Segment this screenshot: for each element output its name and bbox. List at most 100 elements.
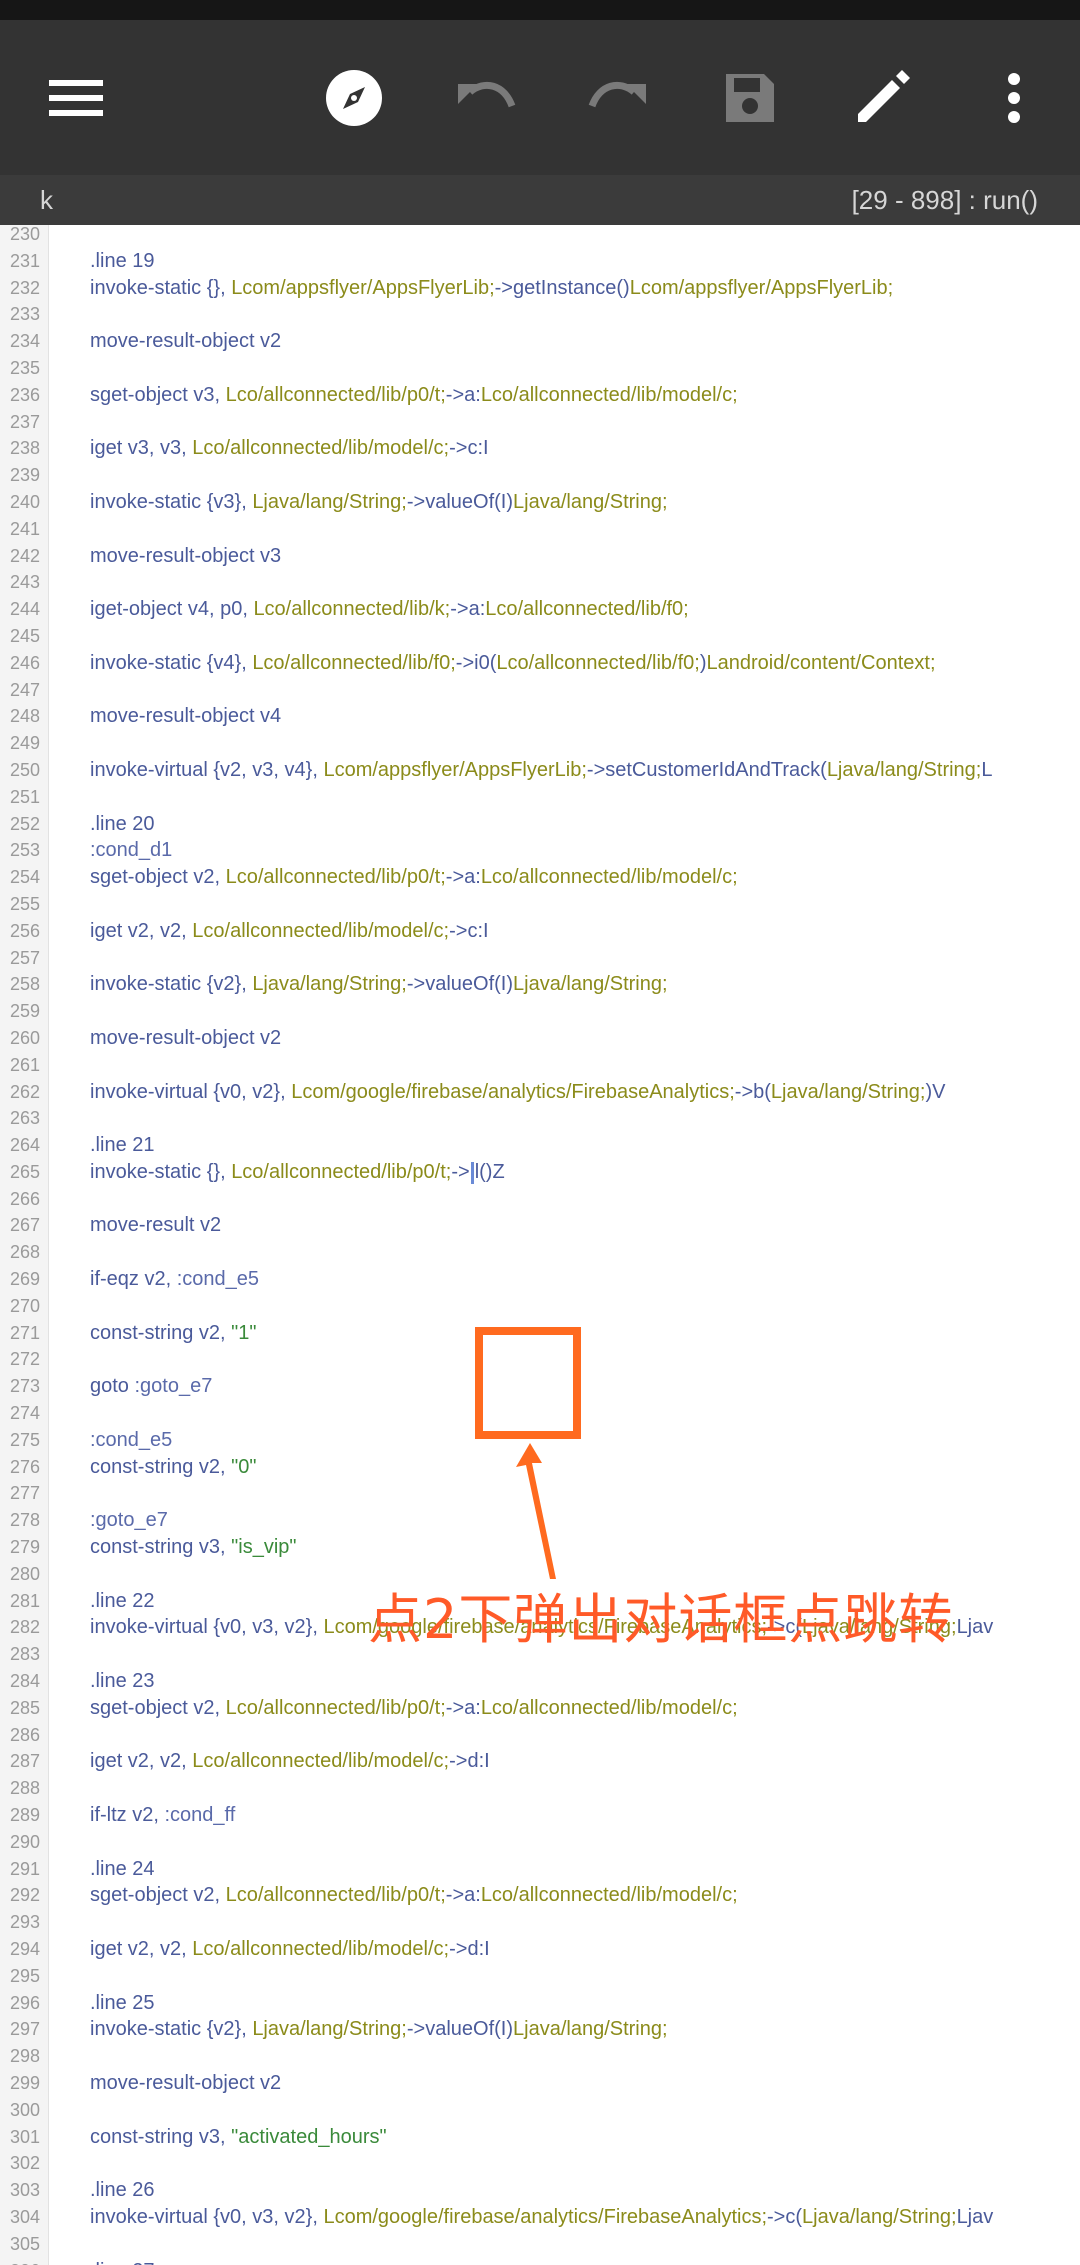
code-text[interactable]: iget v3, v3, Lco/allconnected/lib/model/… (90, 435, 489, 462)
code-line[interactable]: 241 (0, 516, 1080, 543)
code-text[interactable]: iget v2, v2, Lco/allconnected/lib/model/… (90, 1748, 490, 1775)
code-line[interactable]: 233 (0, 301, 1080, 328)
more-options-button[interactable] (974, 58, 1054, 138)
code-line[interactable]: 290 (0, 1829, 1080, 1856)
code-line[interactable]: 289 if-ltz v2, :cond_ff (0, 1802, 1080, 1829)
code-line[interactable]: 254 sget-object v2, Lco/allconnected/lib/… (0, 864, 1080, 891)
code-line[interactable]: 261 (0, 1052, 1080, 1079)
code-line[interactable]: 266 (0, 1186, 1080, 1213)
code-line[interactable]: 292 sget-object v2, Lco/allconnected/lib/… (0, 1882, 1080, 1909)
code-line[interactable]: 267 move-result v2 (0, 1212, 1080, 1239)
code-text[interactable]: iget v2, v2, Lco/allconnected/lib/model/… (90, 918, 489, 945)
save-button[interactable] (710, 58, 790, 138)
code-line[interactable]: 303 .line 26 (0, 2177, 1080, 2204)
code-lines[interactable]: 230 231 .line 19 232 invoke-static {}, Lcom/… (0, 225, 1080, 2265)
code-text[interactable]: move-result-object v2 (90, 2070, 281, 2097)
code-text[interactable]: invoke-static {v2}, Ljava/lang/String;->… (90, 2016, 668, 2043)
code-line[interactable]: 249 (0, 730, 1080, 757)
code-text[interactable]: move-result-object v3 (90, 543, 281, 570)
code-line[interactable]: 284 .line 23 (0, 1668, 1080, 1695)
code-line[interactable]: 298 (0, 2043, 1080, 2070)
code-line[interactable]: 256 iget v2, v2, Lco/allconnected/lib/mod… (0, 918, 1080, 945)
code-text[interactable]: .line 23 (90, 1668, 155, 1695)
code-text[interactable]: :goto_e7 (90, 1507, 168, 1534)
code-line[interactable]: 285 sget-object v2, Lco/allconnected/lib/… (0, 1695, 1080, 1722)
code-text[interactable]: sget-object v2, Lco/allconnected/lib/p0/… (90, 864, 738, 891)
code-line[interactable]: 287 iget v2, v2, Lco/allconnected/lib/mod… (0, 1748, 1080, 1775)
code-line[interactable]: 252 .line 20 (0, 811, 1080, 838)
code-text[interactable]: .line 25 (90, 1990, 155, 2017)
code-line[interactable]: 234 move-result-object v2 (0, 328, 1080, 355)
code-line[interactable]: 243 (0, 569, 1080, 596)
code-text[interactable]: sget-object v2, Lco/allconnected/lib/p0/… (90, 1695, 738, 1722)
code-line[interactable]: 300 (0, 2097, 1080, 2124)
code-text[interactable]: const-string v3, "activated_hours" (90, 2124, 387, 2151)
code-editor[interactable]: 230 231 .line 19 232 invoke-static {}, Lcom/… (0, 225, 1080, 2265)
code-line[interactable]: 262 invoke-virtual {v0, v2}, Lcom/google/… (0, 1079, 1080, 1106)
code-text[interactable]: invoke-virtual {v2, v3, v4}, Lcom/appsfl… (90, 757, 992, 784)
code-text[interactable]: move-result-object v2 (90, 328, 281, 355)
code-line[interactable]: 302 (0, 2150, 1080, 2177)
code-text[interactable]: .line 27 (90, 2258, 155, 2265)
code-text[interactable]: const-string v3, "is_vip" (90, 1534, 297, 1561)
code-line[interactable]: 270 (0, 1293, 1080, 1320)
code-text[interactable]: .line 20 (90, 811, 155, 838)
code-line[interactable]: 235 (0, 355, 1080, 382)
code-text[interactable]: .line 21 (90, 1132, 155, 1159)
code-text[interactable]: :cond_e5 (90, 1427, 172, 1454)
code-line[interactable]: 299 move-result-object v2 (0, 2070, 1080, 2097)
code-line[interactable]: 286 (0, 1722, 1080, 1749)
code-text[interactable]: const-string v2, "1" (90, 1320, 257, 1347)
redo-button[interactable] (578, 58, 658, 138)
menu-button[interactable] (37, 58, 117, 138)
code-line[interactable]: 263 (0, 1105, 1080, 1132)
code-text[interactable]: iget-object v4, p0, Lco/allconnected/lib… (90, 596, 689, 623)
code-line[interactable]: 253:cond_d1 (0, 837, 1080, 864)
navigate-button[interactable] (314, 58, 394, 138)
code-line[interactable]: 258 invoke-static {v2}, Ljava/lang/String… (0, 971, 1080, 998)
code-line[interactable]: 268 (0, 1239, 1080, 1266)
edit-button[interactable] (842, 58, 922, 138)
code-text[interactable]: sget-object v3, Lco/allconnected/lib/p0/… (90, 382, 738, 409)
code-text[interactable]: const-string v2, "0" (90, 1454, 257, 1481)
undo-button[interactable] (446, 58, 526, 138)
code-line[interactable]: 245 (0, 623, 1080, 650)
code-line[interactable]: 259 (0, 998, 1080, 1025)
code-line[interactable]: 296 .line 25 (0, 1990, 1080, 2017)
code-line[interactable]: 247 (0, 677, 1080, 704)
code-text[interactable]: if-ltz v2, :cond_ff (90, 1802, 235, 1829)
code-text[interactable]: goto :goto_e7 (90, 1373, 212, 1400)
code-text[interactable]: sget-object v2, Lco/allconnected/lib/p0/… (90, 1882, 738, 1909)
code-text[interactable]: .line 22 (90, 1588, 155, 1615)
code-line[interactable]: 250 invoke-virtual {v2, v3, v4}, Lcom/app… (0, 757, 1080, 784)
code-line[interactable]: 246 invoke-static {v4}, Lco/allconnected/… (0, 650, 1080, 677)
code-line[interactable]: 244 iget-object v4, p0, Lco/allconnected/… (0, 596, 1080, 623)
code-line[interactable]: 260 move-result-object v2 (0, 1025, 1080, 1052)
code-text[interactable]: move-result-object v2 (90, 1025, 281, 1052)
code-line[interactable]: 240 invoke-static {v3}, Ljava/lang/String… (0, 489, 1080, 516)
code-line[interactable]: 301 const-string v3, "activated_hours" (0, 2124, 1080, 2151)
code-text[interactable]: .line 19 (90, 248, 155, 275)
code-line[interactable]: 295 (0, 1963, 1080, 1990)
code-text[interactable]: invoke-static {v4}, Lco/allconnected/lib… (90, 650, 936, 677)
code-line[interactable]: 236 sget-object v3, Lco/allconnected/lib/… (0, 382, 1080, 409)
code-line[interactable]: 269 if-eqz v2, :cond_e5 (0, 1266, 1080, 1293)
code-line[interactable]: 265 invoke-static {}, Lco/allconnected/li… (0, 1159, 1080, 1186)
code-text[interactable]: iget v2, v2, Lco/allconnected/lib/model/… (90, 1936, 490, 1963)
code-line[interactable]: 306 .line 27 (0, 2258, 1080, 2265)
code-line[interactable]: 242 move-result-object v3 (0, 543, 1080, 570)
code-line[interactable]: 297 invoke-static {v2}, Ljava/lang/String… (0, 2016, 1080, 2043)
code-line[interactable]: 248 move-result-object v4 (0, 703, 1080, 730)
code-text[interactable]: invoke-virtual {v0, v3, v2}, Lcom/google… (90, 2204, 993, 2231)
code-text[interactable]: .line 24 (90, 1856, 155, 1883)
code-line[interactable]: 264 .line 21 (0, 1132, 1080, 1159)
code-text[interactable]: invoke-virtual {v0, v2}, Lcom/google/fir… (90, 1079, 945, 1106)
code-line[interactable]: 304 invoke-virtual {v0, v3, v2}, Lcom/goo… (0, 2204, 1080, 2231)
code-line[interactable]: 257 (0, 945, 1080, 972)
code-line[interactable]: 237 (0, 409, 1080, 436)
code-line[interactable]: 255 (0, 891, 1080, 918)
code-line[interactable]: 288 (0, 1775, 1080, 1802)
code-text[interactable]: invoke-static {v2}, Ljava/lang/String;->… (90, 971, 668, 998)
code-line[interactable]: 238 iget v3, v3, Lco/allconnected/lib/mod… (0, 435, 1080, 462)
code-line[interactable]: 305 (0, 2231, 1080, 2258)
